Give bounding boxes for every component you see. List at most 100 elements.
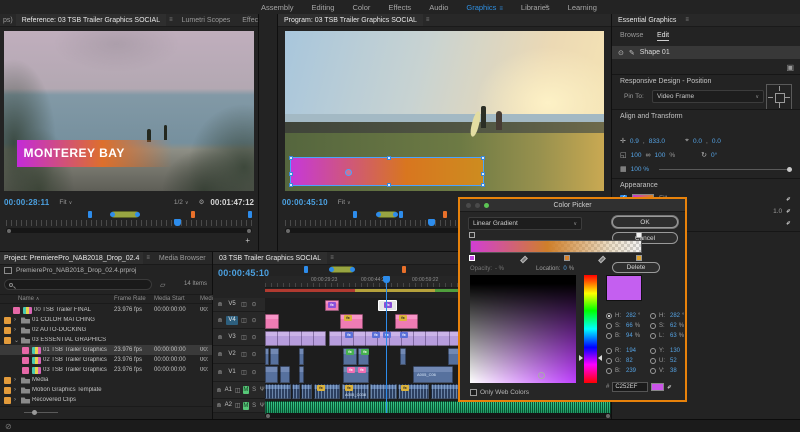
label-color-swatch[interactable] xyxy=(13,307,20,314)
mk[interactable] xyxy=(353,211,357,218)
clip[interactable] xyxy=(400,348,406,365)
disclosure-icon[interactable]: ⌄ xyxy=(14,337,21,344)
track-name[interactable]: V1 xyxy=(226,368,238,377)
label-color-swatch[interactable] xyxy=(22,357,29,364)
mute-button[interactable]: M xyxy=(243,386,250,394)
playhead-line[interactable] xyxy=(386,276,387,416)
cstop[interactable] xyxy=(636,255,642,261)
zoom-window-icon[interactable] xyxy=(484,203,489,208)
opacity-value[interactable]: 100 % xyxy=(631,166,649,173)
disclosure-icon[interactable]: › xyxy=(14,317,21,323)
track-header[interactable]: ⋒ V5 ◫ ⊙ xyxy=(213,298,265,312)
tab-edit[interactable]: Edit xyxy=(657,32,669,41)
lock-icon[interactable]: ⋒ xyxy=(216,301,224,308)
tab-fragment[interactable]: ps) xyxy=(0,14,16,27)
zoom-level-dropdown[interactable]: Fit∨ xyxy=(338,199,351,206)
radio-button[interactable] xyxy=(606,348,612,354)
col-media[interactable]: Media xyxy=(200,296,212,302)
cstop[interactable] xyxy=(469,255,475,261)
tab-lumetri-scopes[interactable]: Lumetri Scopes xyxy=(176,14,237,27)
zoom-slider[interactable] xyxy=(24,412,58,413)
layer-row-shape[interactable]: ⊙ ✎ Shape 01 xyxy=(612,46,800,59)
reference-scrollbar[interactable] xyxy=(6,228,252,233)
dia[interactable] xyxy=(598,256,606,264)
opacity-icon[interactable]: ▦ xyxy=(620,165,627,173)
channel-value[interactable]: 130 xyxy=(670,348,680,354)
clip[interactable] xyxy=(292,384,300,399)
project-row[interactable]: › Recovered Clips xyxy=(0,395,212,405)
current-timecode[interactable]: 00:00:45:10 xyxy=(282,198,328,207)
hue-arrow-right[interactable] xyxy=(598,355,602,361)
panel-menu-icon[interactable]: ≡ xyxy=(423,17,433,23)
tab-program[interactable]: Program: 03 TSB Trailer Graphics SOCIAL xyxy=(278,14,423,27)
location-value[interactable]: 0 xyxy=(563,266,566,272)
toggle-track-output-icon[interactable]: ⊙ xyxy=(250,301,258,308)
source-patch-icon[interactable]: ◫ xyxy=(240,351,248,358)
mk[interactable] xyxy=(399,211,403,218)
opacity-stops[interactable] xyxy=(470,232,642,239)
minimize-icon[interactable] xyxy=(475,203,480,208)
project-row[interactable]: 01 TSB Trailer Graphics 23.976 fps 00:00… xyxy=(0,345,212,355)
clip-label[interactable]: A005_C06 xyxy=(417,372,451,378)
channel-value[interactable]: 66 xyxy=(626,323,633,329)
track-header[interactable]: ⋒ A2 ◫ M S Ψ xyxy=(213,399,265,413)
clip[interactable] xyxy=(270,348,279,365)
label-color-swatch[interactable] xyxy=(22,347,29,354)
clip[interactable] xyxy=(265,384,291,399)
reference-marker-strip[interactable] xyxy=(6,210,252,219)
project-row[interactable]: 00 TSB Trailer FINAL 23.976 fps 00:00:00… xyxy=(0,305,212,315)
track-name[interactable]: V2 xyxy=(226,350,238,359)
project-row[interactable]: › 02 AUTO-DUCKING xyxy=(0,325,212,335)
toggle-track-output-icon[interactable]: ⊙ xyxy=(250,351,258,358)
selection-handle[interactable] xyxy=(481,183,485,187)
selection-handle[interactable] xyxy=(481,156,485,160)
radio-button[interactable] xyxy=(650,323,656,329)
workspace-tab[interactable]: Color xyxy=(343,3,379,12)
channel-value[interactable]: 194 xyxy=(626,348,636,354)
label-color-swatch[interactable] xyxy=(4,377,11,384)
disclosure-icon[interactable]: › xyxy=(14,387,21,393)
position-icon[interactable]: ✛ xyxy=(620,137,626,145)
eye-icon[interactable]: ⊙ xyxy=(618,49,624,57)
panel-menu-icon[interactable]: ≡ xyxy=(327,255,337,261)
selection-handle[interactable] xyxy=(387,183,391,187)
ostop[interactable] xyxy=(636,232,642,238)
eyedropper-icon[interactable]: ✒ xyxy=(784,206,794,216)
clip[interactable] xyxy=(431,384,460,399)
hue-arrow-left[interactable] xyxy=(579,355,583,361)
rotation-value[interactable]: 0° xyxy=(711,152,717,159)
dialog-titlebar[interactable]: Color Picker xyxy=(460,199,685,212)
selection-handle[interactable] xyxy=(387,156,391,160)
new-layer-icon[interactable]: ▣ xyxy=(786,63,794,72)
workspace-tab[interactable]: Editing xyxy=(303,3,344,12)
col-frame-rate[interactable]: Frame Rate xyxy=(114,296,154,302)
track-header[interactable]: ⋒ A1 ◫ M S Ψ xyxy=(213,382,265,399)
selection-handle[interactable] xyxy=(289,183,293,187)
selection-handle[interactable] xyxy=(289,156,293,160)
radio-button[interactable] xyxy=(650,348,656,354)
scale-value[interactable]: 100 xyxy=(631,152,642,159)
label-color-swatch[interactable] xyxy=(4,387,11,394)
workspace-tab[interactable]: Assembly xyxy=(252,3,303,12)
workbar[interactable] xyxy=(111,211,139,218)
tab-reference[interactable]: Reference: 03 TSB Trailer Graphics SOCIA… xyxy=(16,14,166,27)
playhead-handle[interactable] xyxy=(174,219,181,226)
lock-icon[interactable]: ⋒ xyxy=(216,351,224,358)
anchor-point[interactable] xyxy=(345,169,352,176)
radio-button[interactable] xyxy=(606,358,612,364)
track-name[interactable]: A2 xyxy=(224,401,233,410)
playback-resolution-dropdown[interactable]: 1/2∨ xyxy=(174,199,189,206)
project-row[interactable]: 03 TSB Trailer Graphics 23.976 fps 00:00… xyxy=(0,365,212,375)
playhead-handle[interactable] xyxy=(428,219,435,226)
anchor-x[interactable]: 0.0 xyxy=(693,138,702,145)
clip[interactable] xyxy=(370,384,397,399)
panel-menu-icon[interactable]: ≡ xyxy=(143,255,153,261)
settings-wrench-icon[interactable]: ⚙ xyxy=(199,198,205,206)
playhead-handle[interactable] xyxy=(383,276,390,283)
channel-value[interactable]: 82 xyxy=(626,358,633,364)
hue-slider[interactable] xyxy=(584,275,597,383)
project-row[interactable]: › 01 COLOR MATCHING xyxy=(0,315,212,325)
pin-to-dropdown[interactable]: Video Frame∨ xyxy=(652,90,764,103)
tab-project[interactable]: Project: PremierePro_NAB2018_Drop_02.4 xyxy=(0,252,143,265)
radio-button[interactable] xyxy=(606,323,612,329)
